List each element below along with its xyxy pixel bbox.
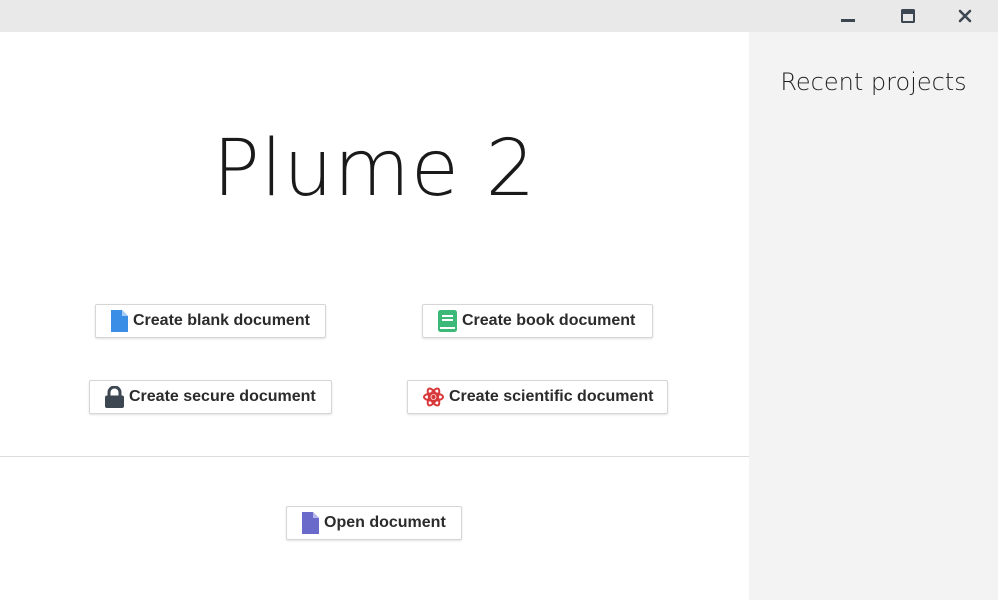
open-document-label: Open document [324, 514, 446, 531]
create-book-document-label: Create book document [462, 312, 636, 329]
create-blank-document-label: Create blank document [133, 312, 310, 329]
file-icon [302, 512, 319, 534]
create-scientific-document-label: Create scientific document [449, 388, 654, 405]
minimize-icon [840, 8, 856, 24]
minimize-button[interactable] [826, 0, 870, 32]
create-scientific-document-button[interactable]: Create scientific document [407, 380, 668, 414]
recent-projects-title: Recent projects [780, 68, 967, 96]
atom-icon [423, 386, 444, 408]
create-secure-document-button[interactable]: Create secure document [89, 380, 332, 414]
close-button[interactable] [943, 0, 987, 32]
divider [0, 456, 749, 457]
lock-icon [105, 386, 124, 408]
create-blank-document-button[interactable]: Create blank document [95, 304, 326, 338]
main-panel: Plume 2 Create blank document Create boo… [0, 32, 749, 600]
create-secure-document-label: Create secure document [129, 388, 316, 405]
book-icon [438, 310, 457, 332]
title-bar [0, 0, 998, 32]
close-icon [958, 9, 972, 23]
maximize-icon [900, 8, 916, 24]
create-book-document-button[interactable]: Create book document [422, 304, 653, 338]
recent-projects-sidebar: Recent projects [749, 32, 998, 600]
open-document-button[interactable]: Open document [286, 506, 462, 540]
maximize-button[interactable] [886, 0, 930, 32]
app-title: Plume 2 [212, 124, 537, 214]
file-icon [111, 310, 128, 332]
